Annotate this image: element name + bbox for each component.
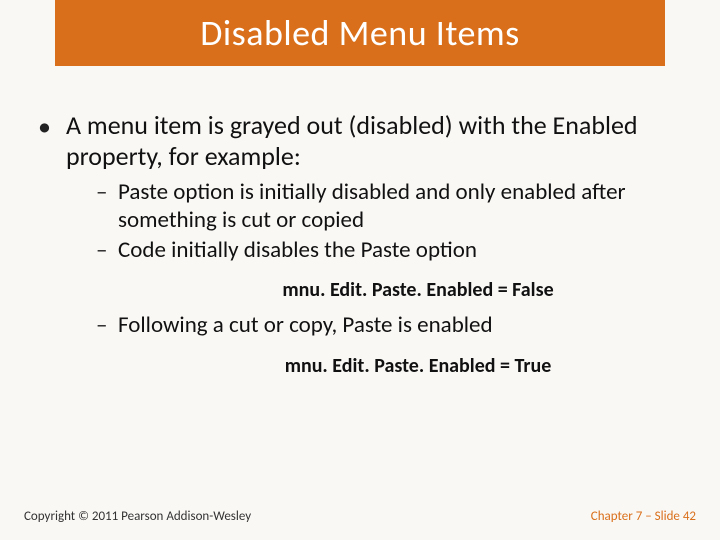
bullet-text: A menu item is grayed out (disabled) wit… [66, 110, 682, 171]
code-line-1: mnu. Edit. Paste. Enabled = False [96, 278, 682, 302]
code-line-2: mnu. Edit. Paste. Enabled = True [96, 354, 682, 378]
sub-item: – Paste option is initially disabled and… [96, 179, 682, 234]
sub-text: Paste option is initially disabled and o… [118, 179, 682, 234]
copyright-text: Copyright © 2011 Pearson Addison-Wesley [24, 509, 251, 524]
title-bar: Disabled Menu Items [55, 0, 665, 66]
bullet-item: • A menu item is grayed out (disabled) w… [38, 110, 682, 171]
sub-item: – Following a cut or copy, Paste is enab… [96, 312, 682, 340]
dash-marker: – [96, 237, 118, 265]
dash-marker: – [96, 312, 118, 340]
sub-item: – Code initially disables the Paste opti… [96, 237, 682, 265]
footer: Copyright © 2011 Pearson Addison-Wesley … [24, 509, 696, 524]
dash-marker: – [96, 179, 118, 207]
slide-title: Disabled Menu Items [200, 11, 520, 55]
sub-text: Code initially disables the Paste option [118, 237, 477, 265]
slide-content: • A menu item is grayed out (disabled) w… [38, 110, 682, 388]
sub-text: Following a cut or copy, Paste is enable… [118, 312, 493, 340]
chapter-text: Chapter 7 – Slide 42 [591, 509, 696, 524]
sub-list: – Paste option is initially disabled and… [96, 179, 682, 377]
bullet-marker: • [38, 110, 66, 142]
